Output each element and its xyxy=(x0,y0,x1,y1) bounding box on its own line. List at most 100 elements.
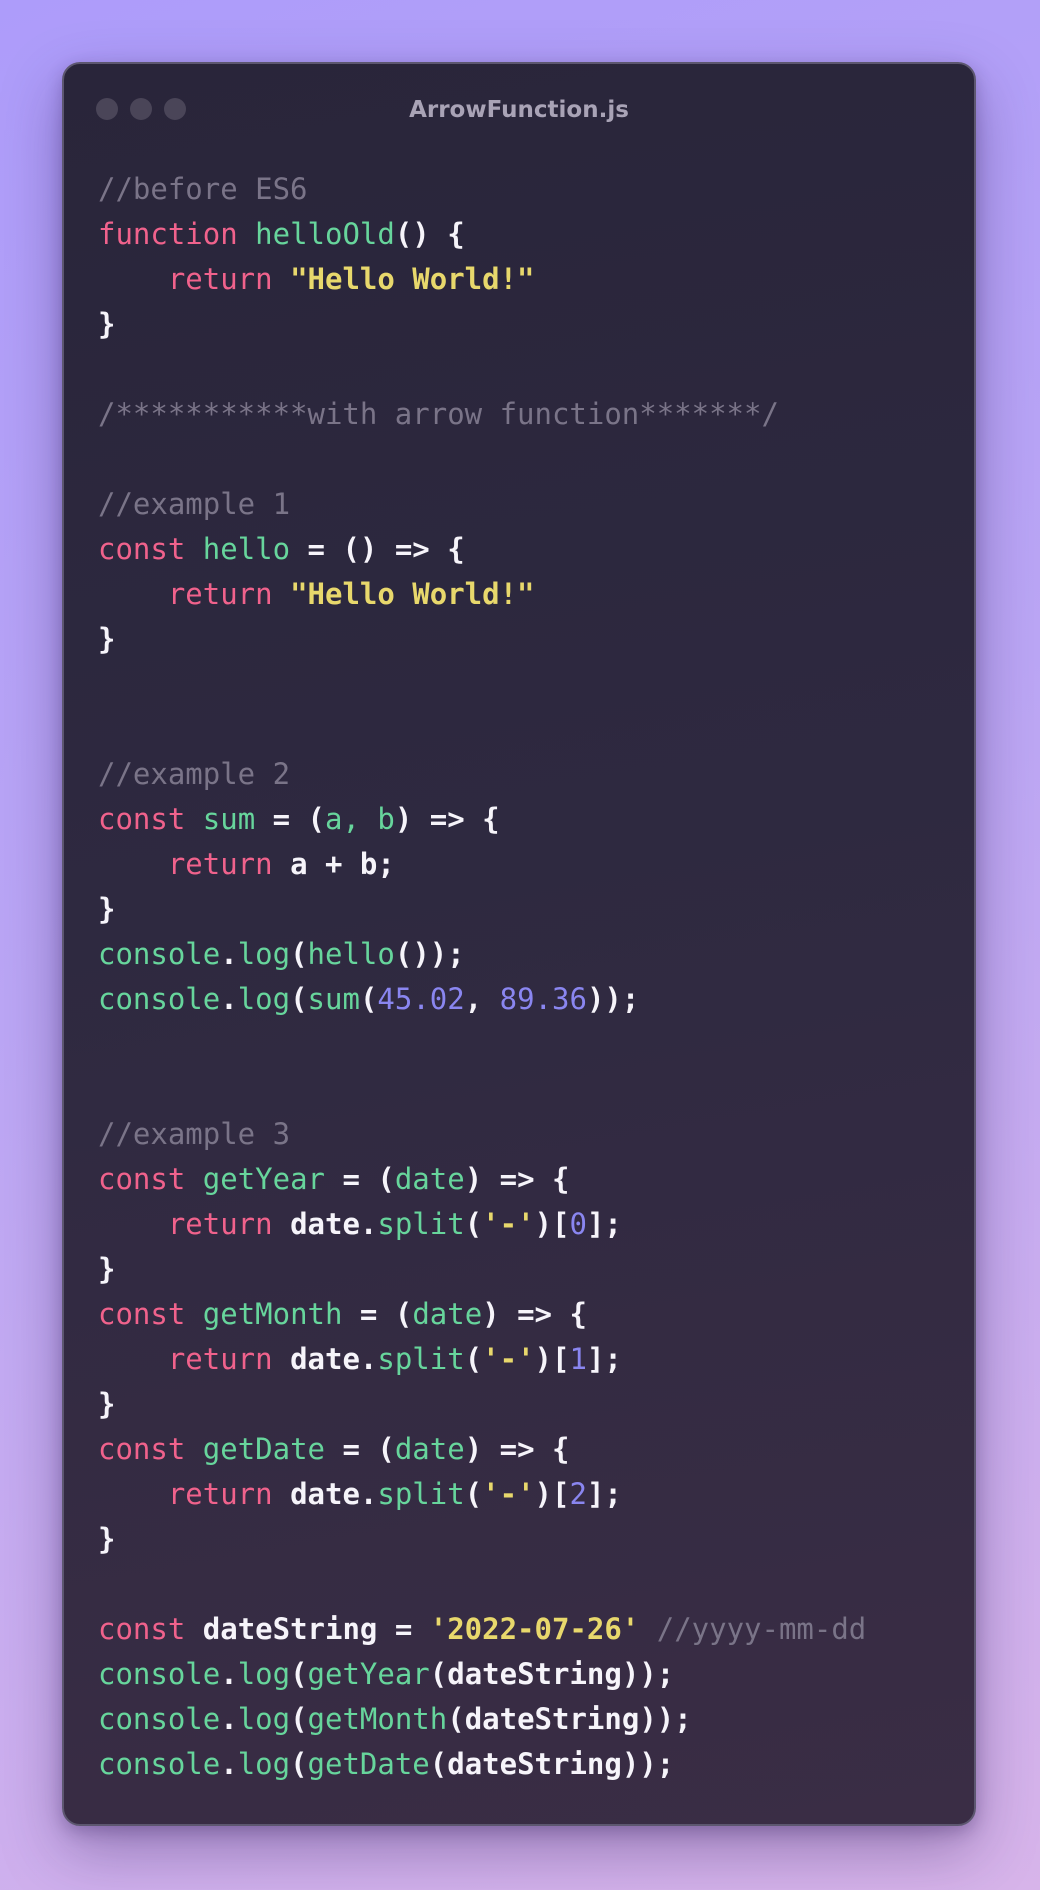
code-token-id xyxy=(238,217,255,251)
code-token-punc: )); xyxy=(639,1702,692,1736)
code-token-id xyxy=(185,1297,202,1331)
code-token-punc: ( xyxy=(447,1702,465,1736)
code-line: //example 1 xyxy=(98,482,866,527)
code-token-id xyxy=(185,1162,202,1196)
code-line: } xyxy=(98,617,866,662)
code-token-id xyxy=(185,532,202,566)
code-token-cmt: //example 3 xyxy=(98,1117,291,1151)
code-token-punc: . xyxy=(220,1747,238,1781)
code-token-fn: console xyxy=(98,1657,221,1691)
code-token-kw: function xyxy=(98,217,238,251)
code-token-fn: split xyxy=(377,1342,465,1376)
code-token-id: dateString xyxy=(447,1747,622,1781)
code-token-kw: const xyxy=(98,1432,186,1466)
code-line: //before ES6 xyxy=(98,167,866,212)
code-line: const getYear = (date) => { xyxy=(98,1157,866,1202)
code-token-id xyxy=(98,577,168,611)
code-token-punc: ( xyxy=(290,1702,308,1736)
code-token-id xyxy=(98,847,168,881)
code-token-punc: ( xyxy=(290,937,308,971)
code-token-punc: } xyxy=(98,892,116,926)
code-token-punc: ]; xyxy=(586,1342,622,1376)
code-line: } xyxy=(98,1382,866,1427)
code-token-fn: log xyxy=(237,937,291,971)
code-token-punc: } xyxy=(98,307,116,341)
code-line: const dateString = '2022-07-26' //yyyy-m… xyxy=(98,1607,866,1652)
code-editor[interactable]: //before ES6 function helloOld() { return… xyxy=(98,167,866,1787)
code-token-punc: } xyxy=(98,622,116,656)
code-token-fn: log xyxy=(237,1702,291,1736)
code-token-punc: = ( xyxy=(325,1162,395,1196)
code-token-cmt: //yyyy-mm-dd xyxy=(656,1612,867,1646)
code-line: console.log(getDate(dateString)); xyxy=(98,1742,866,1787)
code-token-id xyxy=(185,1432,202,1466)
code-token-kw: const xyxy=(98,802,186,836)
code-token-str: '2022-07-26' xyxy=(429,1612,640,1646)
code-token-str: '-' xyxy=(482,1342,535,1376)
code-token-fn: date xyxy=(412,1297,483,1331)
code-token-kw: return xyxy=(167,262,273,296)
code-line: } xyxy=(98,302,866,347)
code-token-kw: return xyxy=(167,1477,273,1511)
code-token-fn: getYear xyxy=(307,1657,430,1691)
code-token-fn: getDate xyxy=(307,1747,430,1781)
code-token-id xyxy=(273,577,290,611)
code-token-id xyxy=(639,1612,656,1646)
window-titlebar: ArrowFunction.js xyxy=(64,64,974,160)
code-token-fn: getMonth xyxy=(202,1297,343,1331)
code-token-fn: a, b xyxy=(325,802,395,836)
code-window: ArrowFunction.js //before ES6 function he… xyxy=(62,62,976,1826)
code-token-fn: log xyxy=(237,982,291,1016)
code-token-id: dateString = xyxy=(185,1612,430,1646)
code-token-punc: ( xyxy=(290,1657,308,1691)
code-token-punc: , xyxy=(464,982,500,1016)
code-token-fn: console xyxy=(98,1747,221,1781)
code-token-str: '-' xyxy=(482,1477,535,1511)
code-token-id xyxy=(273,262,290,296)
code-token-punc: ( xyxy=(429,1747,448,1781)
code-token-num: 1 xyxy=(569,1342,587,1376)
code-token-cmt: //example 1 xyxy=(98,487,291,521)
code-token-punc: )[ xyxy=(534,1342,570,1376)
code-token-punc: . xyxy=(220,982,238,1016)
code-token-punc: . xyxy=(220,1702,238,1736)
code-token-id: a + b; xyxy=(272,847,395,881)
code-line: function helloOld() { xyxy=(98,212,866,257)
code-token-fn: console xyxy=(98,982,221,1016)
code-token-id xyxy=(98,1477,168,1511)
code-token-num: 0 xyxy=(569,1207,587,1241)
code-line: return date.split('-')[1]; xyxy=(98,1337,866,1382)
code-token-cmt: //before ES6 xyxy=(98,172,308,206)
code-line: const sum = (a, b) => { xyxy=(98,797,866,842)
code-token-id xyxy=(98,262,168,296)
code-token-kw: return xyxy=(167,577,273,611)
code-line: //example 3 xyxy=(98,1112,866,1157)
code-token-punc: )); xyxy=(621,1747,675,1781)
code-token-punc: () { xyxy=(394,217,465,251)
code-line: /***********with arrow function*******/ xyxy=(98,392,866,437)
code-token-fn: getDate xyxy=(202,1432,325,1466)
code-token-punc: ) => { xyxy=(464,1162,570,1196)
code-token-punc: } xyxy=(98,1252,116,1286)
code-token-id xyxy=(98,1207,168,1241)
code-token-punc: ( xyxy=(464,1342,483,1376)
code-token-punc: = () => { xyxy=(290,532,465,566)
code-token-punc: = ( xyxy=(255,802,326,836)
code-token-fn: getYear xyxy=(202,1162,325,1196)
code-token-punc: ( xyxy=(359,982,378,1016)
code-line: console.log(getYear(dateString)); xyxy=(98,1652,866,1697)
code-token-punc: . xyxy=(220,937,238,971)
code-token-id: dateString xyxy=(464,1702,640,1736)
code-token-kw: const xyxy=(98,1612,186,1646)
code-token-id: date. xyxy=(272,1477,378,1511)
code-token-punc: ( xyxy=(464,1477,483,1511)
code-token-cmt: /***********with arrow function*******/ xyxy=(98,397,779,431)
code-token-id xyxy=(185,802,202,836)
code-token-fn: date xyxy=(394,1162,465,1196)
